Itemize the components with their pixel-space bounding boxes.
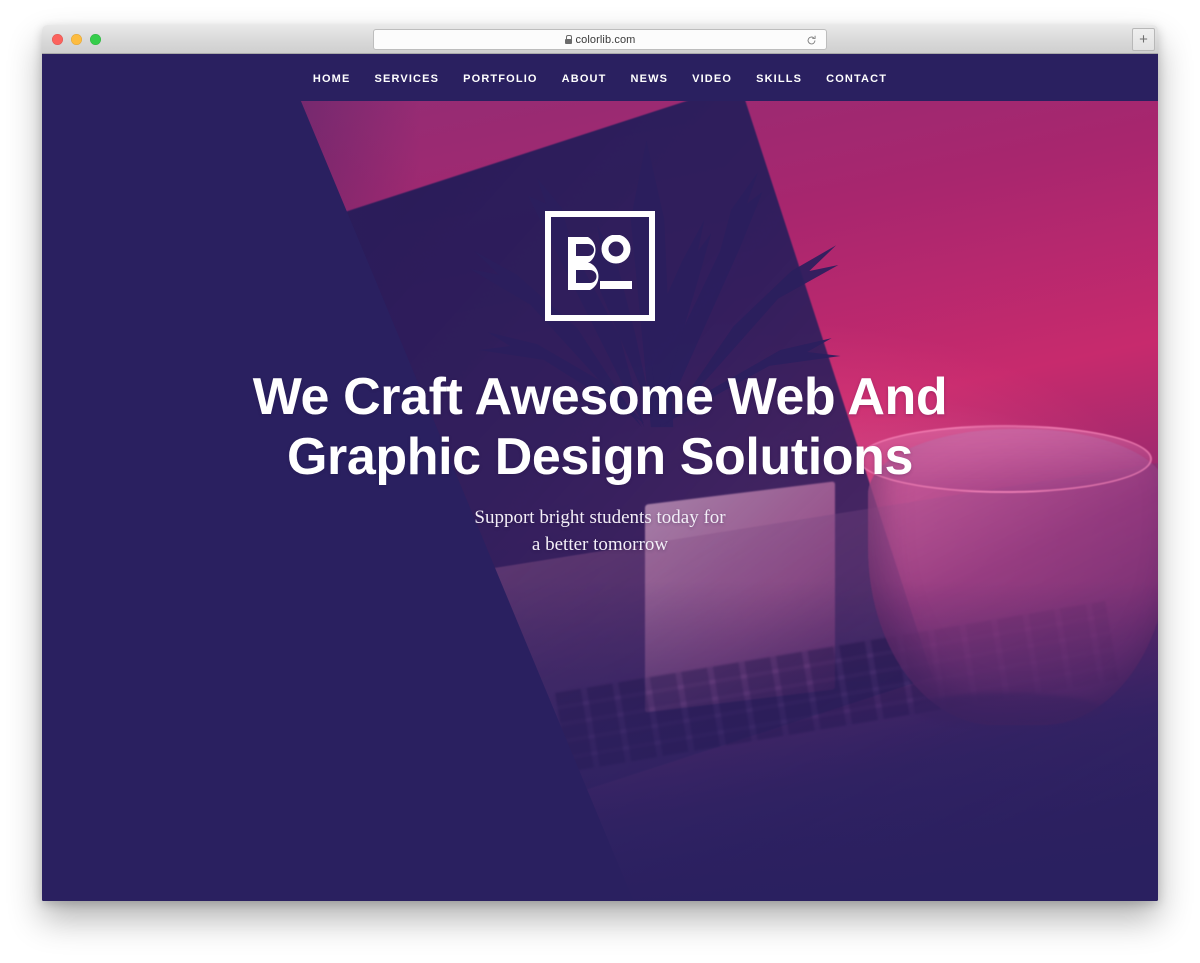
nav-item-home: HOME	[313, 69, 351, 87]
reload-icon[interactable]	[806, 33, 817, 45]
page-canvas: colorlib.com + We Craft Awesome Web And …	[0, 0, 1200, 963]
hero-subtitle-line-1: Support bright students today for	[474, 506, 726, 528]
bo-square-logo[interactable]	[545, 211, 655, 321]
nav-link-about[interactable]: ABOUT	[562, 73, 607, 85]
nav-item-skills: SKILLS	[756, 69, 802, 87]
browser-window: colorlib.com + We Craft Awesome Web And …	[42, 25, 1158, 901]
page-title: We Craft Awesome Web And Graphic Design …	[252, 367, 948, 488]
address-bar-content: colorlib.com	[564, 33, 636, 46]
nav-link-news[interactable]: NEWS	[631, 73, 669, 85]
nav-item-news: NEWS	[631, 69, 669, 87]
nav-link-home[interactable]: HOME	[313, 73, 351, 85]
close-window-button[interactable]	[52, 34, 63, 45]
nav-item-services: SERVICES	[374, 69, 439, 87]
nav-link-portfolio[interactable]: PORTFOLIO	[463, 73, 538, 85]
url-text: colorlib.com	[575, 33, 636, 46]
minimize-window-button[interactable]	[71, 34, 82, 45]
hero-subtitle-line-2: a better tomorrow	[531, 534, 669, 556]
lock-icon	[564, 35, 573, 44]
page-viewport: We Craft Awesome Web And Graphic Design …	[42, 54, 1158, 901]
browser-title-bar: colorlib.com +	[42, 25, 1158, 54]
nav-item-about: ABOUT	[562, 69, 607, 87]
nav-link-skills[interactable]: SKILLS	[756, 73, 802, 85]
hero-subtitle: Support bright students today for a bett…	[474, 504, 725, 559]
nav-link-video[interactable]: VIDEO	[692, 73, 732, 85]
nav-list: HOME SERVICES PORTFOLIO ABOUT NEWS VIDEO…	[313, 69, 887, 87]
hero-title-line-1: We Craft Awesome Web And	[252, 368, 948, 426]
nav-item-portfolio: PORTFOLIO	[463, 69, 538, 87]
nav-item-contact: CONTACT	[826, 69, 887, 87]
window-controls	[52, 34, 101, 45]
hero-section: We Craft Awesome Web And Graphic Design …	[42, 101, 1158, 901]
logo-mark-svg	[568, 235, 632, 290]
hero-content: We Craft Awesome Web And Graphic Design …	[42, 101, 1158, 901]
nav-item-video: VIDEO	[692, 69, 732, 87]
hero-title-line-2: Graphic Design Solutions	[286, 428, 914, 487]
nav-link-services[interactable]: SERVICES	[374, 73, 439, 85]
nav-link-contact[interactable]: CONTACT	[826, 73, 887, 85]
new-tab-button[interactable]: +	[1132, 28, 1155, 51]
site-navigation: HOME SERVICES PORTFOLIO ABOUT NEWS VIDEO…	[42, 54, 1158, 101]
maximize-window-button[interactable]	[90, 34, 101, 45]
address-bar[interactable]: colorlib.com	[373, 29, 827, 50]
